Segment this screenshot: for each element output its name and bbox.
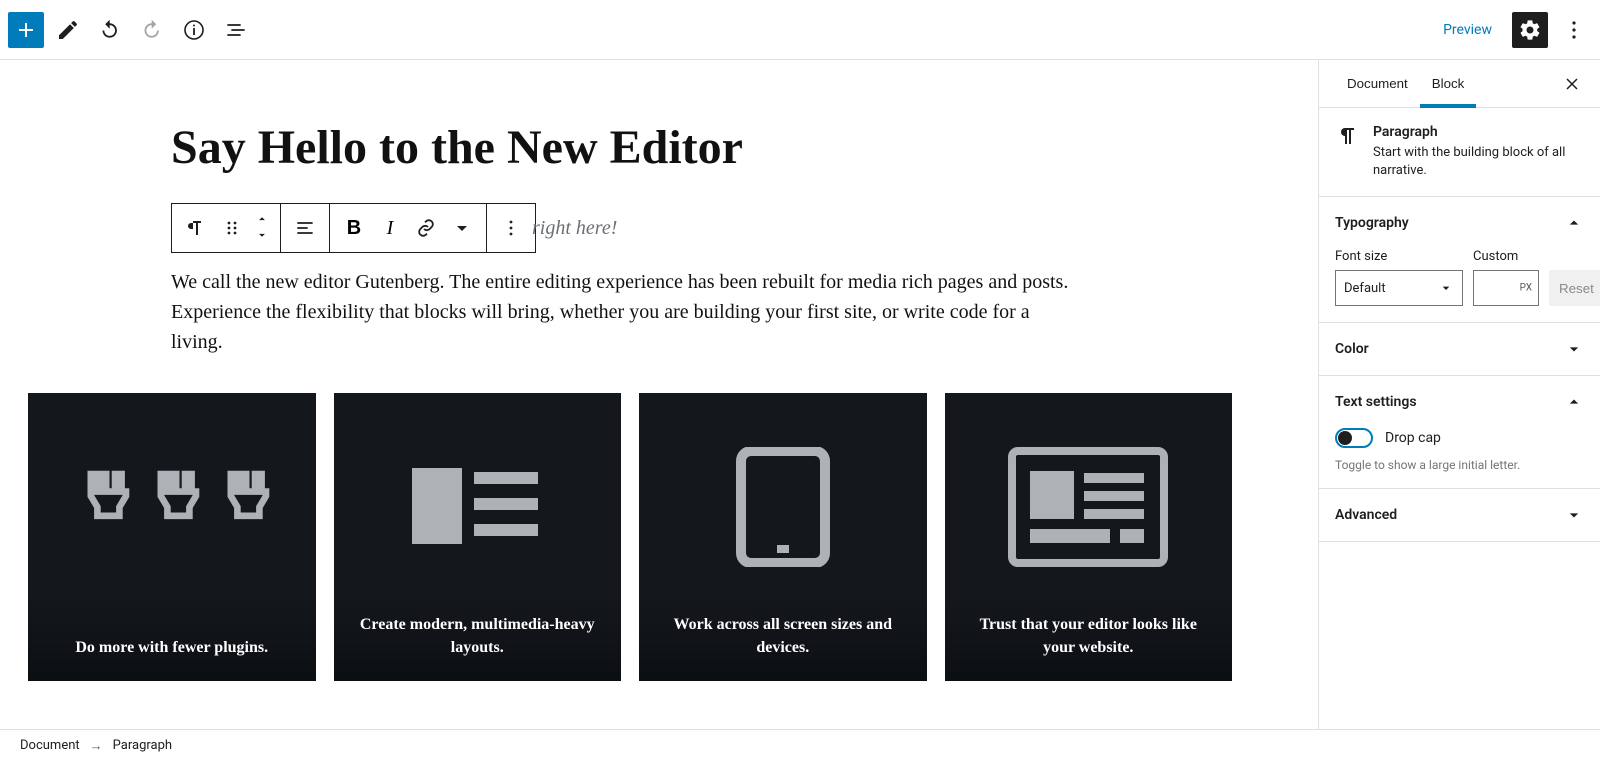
font-size-label: Font size xyxy=(1335,249,1463,264)
breadcrumb: Document → Paragraph xyxy=(0,729,1600,761)
hint-text: right here! xyxy=(532,217,617,240)
preview-button[interactable]: Preview xyxy=(1431,22,1504,38)
tablet-icon xyxy=(639,393,927,621)
typography-panel-toggle[interactable]: Typography xyxy=(1319,197,1600,249)
custom-font-size-input[interactable]: PX xyxy=(1473,270,1539,306)
chevron-down-icon xyxy=(1564,339,1584,359)
move-up-button[interactable] xyxy=(250,212,274,228)
edit-mode-button[interactable] xyxy=(50,12,86,48)
page-title[interactable]: Say Hello to the New Editor xyxy=(171,120,1232,175)
drop-cap-label: Drop cap xyxy=(1385,430,1441,446)
reset-font-size-button[interactable]: Reset xyxy=(1549,270,1600,306)
plug-icon xyxy=(28,393,316,621)
block-info-title: Paragraph xyxy=(1373,124,1584,140)
feature-card-wysiwyg[interactable]: Trust that your editor looks like your w… xyxy=(945,393,1233,681)
window-icon xyxy=(945,393,1233,621)
arrow-right-icon: → xyxy=(90,738,103,754)
color-panel-toggle[interactable]: Color xyxy=(1319,323,1600,375)
close-sidebar-button[interactable] xyxy=(1560,72,1584,96)
block-type-button[interactable] xyxy=(178,208,214,248)
undo-button[interactable] xyxy=(92,12,128,48)
italic-button[interactable]: I xyxy=(372,208,408,248)
drag-handle[interactable] xyxy=(214,208,250,248)
chevron-up-icon xyxy=(1564,213,1584,233)
advanced-panel-toggle[interactable]: Advanced xyxy=(1319,489,1600,541)
redo-button[interactable] xyxy=(134,12,170,48)
breadcrumb-document[interactable]: Document xyxy=(20,738,80,753)
tab-block[interactable]: Block xyxy=(1420,60,1477,107)
paragraph-icon xyxy=(1335,124,1359,180)
card-caption: Do more with fewer plugins. xyxy=(75,637,268,659)
chevron-up-icon xyxy=(1564,392,1584,412)
link-button[interactable] xyxy=(408,208,444,248)
outline-button[interactable] xyxy=(218,12,254,48)
layout-icon xyxy=(334,393,622,621)
feature-card-responsive[interactable]: Work across all screen sizes and devices… xyxy=(639,393,927,681)
block-more-button[interactable] xyxy=(493,208,529,248)
more-menu-button[interactable] xyxy=(1556,12,1592,48)
block-info-desc: Start with the building block of all nar… xyxy=(1373,144,1584,180)
add-block-button[interactable] xyxy=(8,12,44,48)
move-down-button[interactable] xyxy=(250,228,274,244)
drop-cap-help: Toggle to show a large initial letter. xyxy=(1335,458,1584,472)
settings-sidebar: Document Block Paragraph Start with the … xyxy=(1318,60,1600,729)
bold-button[interactable]: B xyxy=(336,208,372,248)
feature-card-plugins[interactable]: Do more with fewer plugins. xyxy=(28,393,316,681)
custom-label: Custom xyxy=(1473,249,1539,264)
align-button[interactable] xyxy=(287,208,323,248)
tab-document[interactable]: Document xyxy=(1335,60,1420,107)
text-settings-panel-toggle[interactable]: Text settings xyxy=(1319,376,1600,428)
top-toolbar: Preview xyxy=(0,0,1600,60)
info-button[interactable] xyxy=(176,12,212,48)
drop-cap-toggle[interactable] xyxy=(1335,428,1373,448)
settings-button[interactable] xyxy=(1512,12,1548,48)
breadcrumb-current[interactable]: Paragraph xyxy=(113,738,172,753)
chevron-down-icon xyxy=(1564,505,1584,525)
feature-card-layouts[interactable]: Create modern, multimedia-heavy layouts. xyxy=(334,393,622,681)
paragraph-block[interactable]: We call the new editor Gutenberg. The en… xyxy=(171,267,1081,357)
block-toolbar: B I xyxy=(171,203,536,253)
feature-cards: Do more with fewer plugins. Create moder… xyxy=(28,393,1232,681)
more-formatting-button[interactable] xyxy=(444,208,480,248)
chevron-down-icon xyxy=(1438,280,1454,296)
font-size-select[interactable]: Default xyxy=(1335,270,1463,306)
